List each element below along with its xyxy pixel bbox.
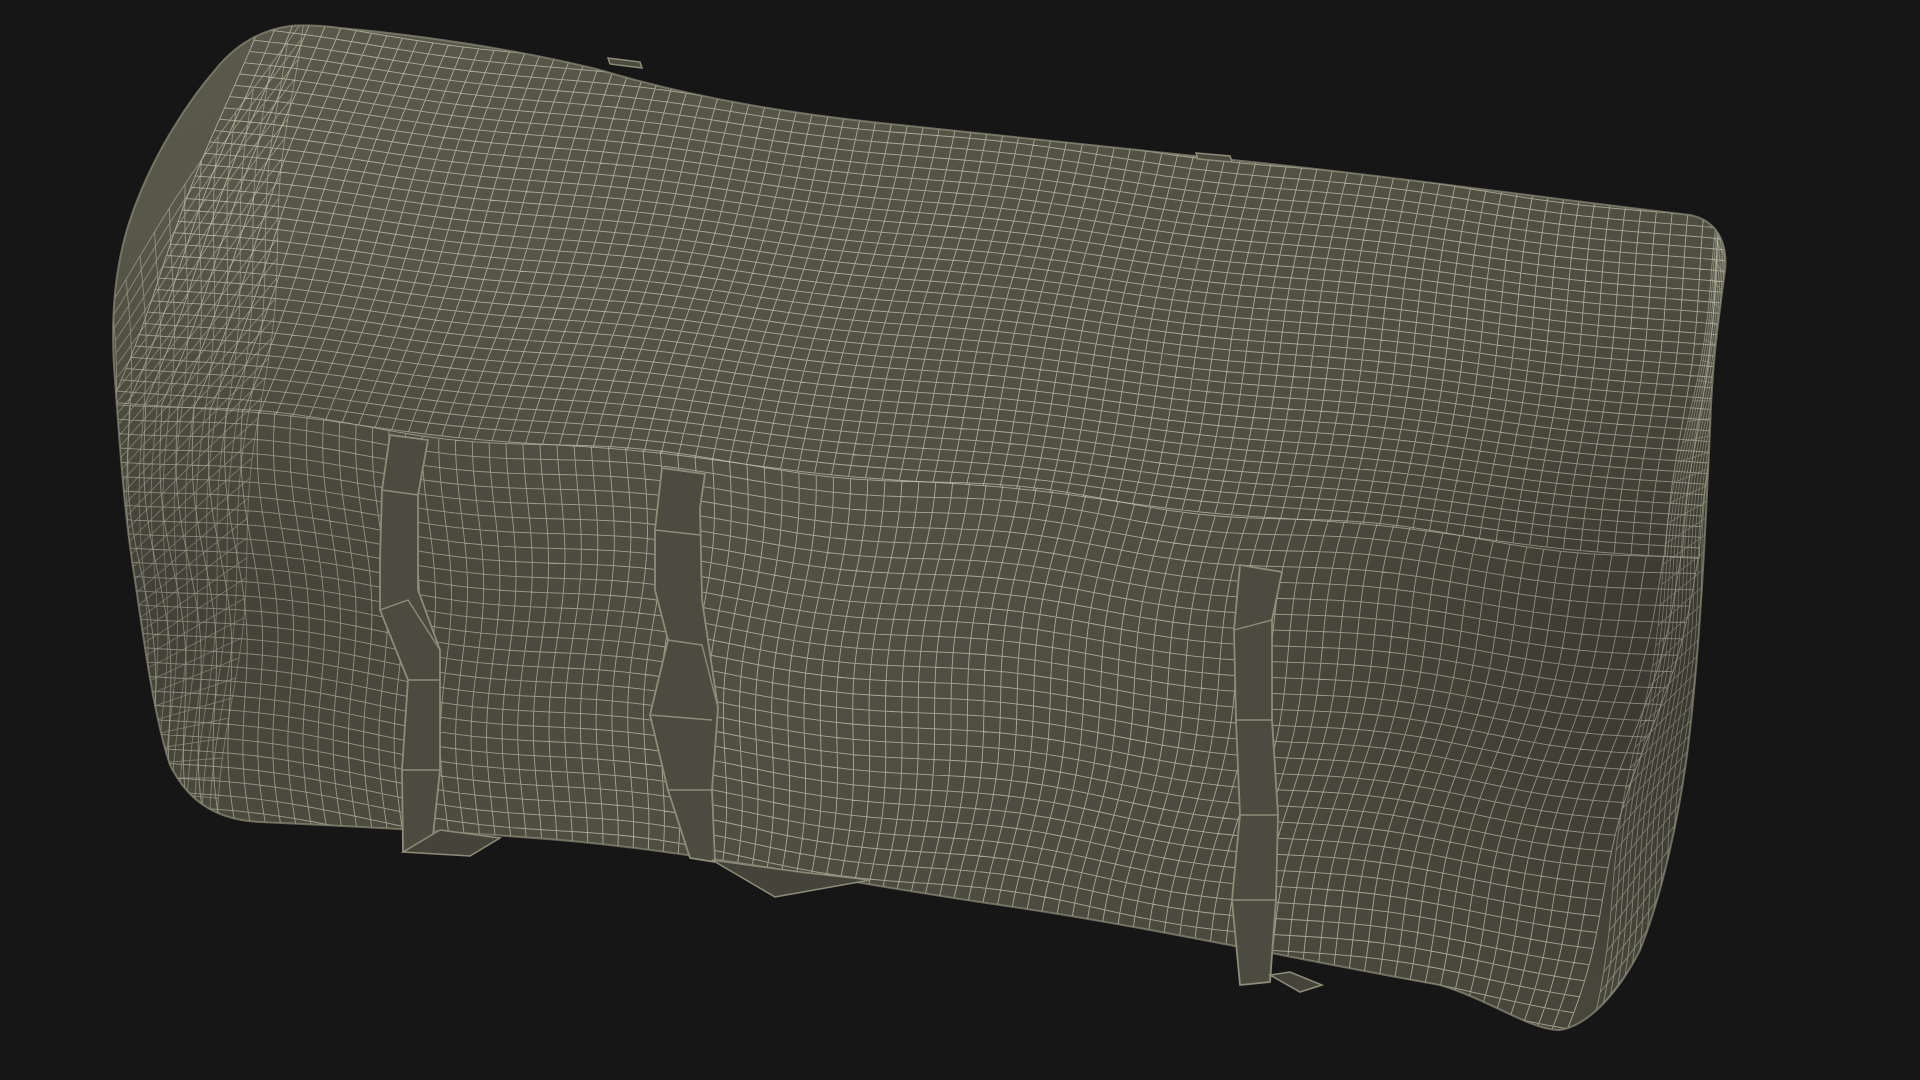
bag-body[interactable] — [0, 0, 1920, 1080]
bag-shading — [113, 25, 1726, 1031]
3d-viewport[interactable] — [0, 0, 1920, 1080]
viewport-render — [0, 0, 1920, 1080]
